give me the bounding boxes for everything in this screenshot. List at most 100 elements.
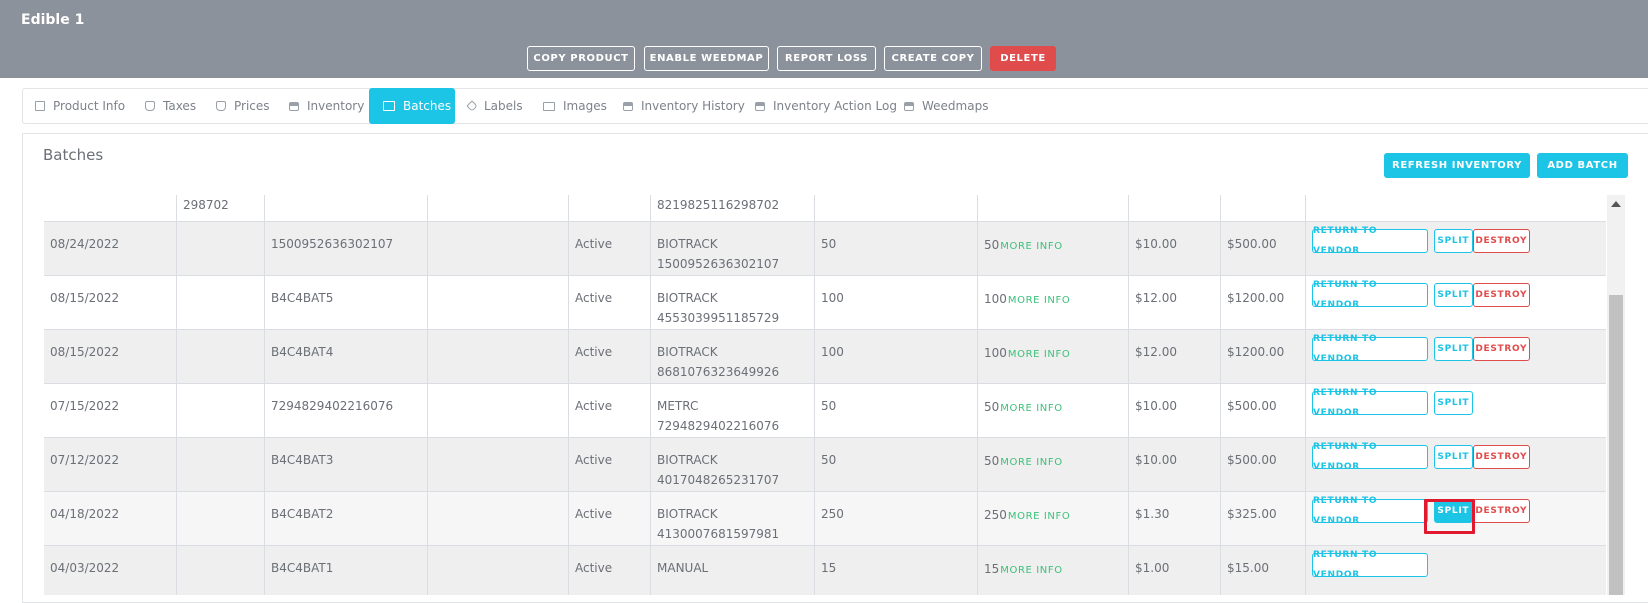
tab-inventory-history[interactable]: Inventory History (623, 89, 745, 123)
destroy-button[interactable]: DESTROY (1472, 229, 1530, 253)
return-to-vendor-button[interactable]: RETURN TO VENDOR (1312, 550, 1428, 580)
total-cell: $500.00 (1220, 438, 1305, 491)
tag-icon (466, 100, 478, 112)
destroy-button[interactable]: DESTROY (1472, 499, 1530, 523)
qty-cell: 50 (814, 384, 977, 437)
split-button[interactable]: SPLIT (1433, 445, 1473, 469)
date-cell: 08/24/2022 (50, 237, 120, 251)
return-to-vendor-button[interactable]: RETURN TO VENDOR (1312, 280, 1428, 310)
available-qty: 50 (984, 238, 1000, 252)
batches-table: 298702 8219825116298702 08/24/2022 15009… (44, 195, 1606, 595)
split-button[interactable]: SPLIT (1433, 229, 1473, 253)
report-loss-button[interactable]: REPORT LOSS (777, 46, 876, 71)
qty-cell: 15 (814, 546, 977, 595)
id-cell (176, 276, 264, 329)
table-row: 08/15/2022 B4C4BAT5 Active BIOTRACK 45530… (44, 276, 1606, 330)
status-cell: Active (568, 384, 650, 437)
copy-product-button[interactable]: COPY PRODUCT (527, 46, 635, 71)
split-highlight-box (1424, 499, 1475, 534)
tab-prices[interactable]: Prices (216, 89, 270, 123)
tab-label: Labels (484, 99, 523, 113)
cost-cell: $10.00 (1128, 384, 1220, 437)
tab-label: Inventory Action Log (773, 99, 897, 113)
return-to-vendor-button[interactable]: RETURN TO VENDOR (1312, 442, 1428, 472)
source-name: BIOTRACK (657, 507, 718, 521)
scroll-up-arrow-icon[interactable] (1611, 201, 1621, 207)
id-cell (176, 492, 264, 545)
return-to-vendor-button[interactable]: RETURN TO VENDOR (1312, 496, 1428, 526)
source-name: BIOTRACK (657, 345, 718, 359)
destroy-button[interactable]: DESTROY (1472, 445, 1530, 469)
available-cell: 100MORE INFO (977, 330, 1128, 383)
date-cell: 08/15/2022 (50, 291, 120, 305)
tab-taxes[interactable]: Taxes (145, 89, 196, 123)
return-to-vendor-button[interactable]: RETURN TO VENDOR (1312, 388, 1428, 418)
qty-cell: 100 (814, 330, 977, 383)
batch-cell: B4C4BAT3 (264, 438, 427, 491)
source-id: 4553039951185729 (657, 311, 780, 325)
more-info-link[interactable]: MORE INFO (1008, 295, 1070, 306)
date-cell: 04/03/2022 (50, 561, 120, 575)
source-name: BIOTRACK (657, 453, 718, 467)
tab-product-info[interactable]: Product Info (35, 89, 125, 123)
return-to-vendor-button[interactable]: RETURN TO VENDOR (1312, 226, 1428, 256)
store-icon (35, 101, 45, 111)
lock-icon (755, 101, 765, 111)
more-info-link[interactable]: MORE INFO (1000, 403, 1062, 414)
money-bag-icon (145, 101, 155, 111)
available-qty: 100 (984, 346, 1007, 360)
tab-weedmaps[interactable]: Weedmaps (904, 89, 988, 123)
table-row: 08/15/2022 B4C4BAT4 Active BIOTRACK 86810… (44, 330, 1606, 384)
product-title: Edible 1 (21, 12, 85, 28)
refresh-inventory-button[interactable]: REFRESH INVENTORY (1384, 153, 1530, 178)
id-cell (176, 330, 264, 383)
source-name: METRC (657, 399, 699, 413)
actions-cell: RETURN TO VENDOR (1305, 546, 1606, 595)
add-batch-button[interactable]: ADD BATCH (1537, 153, 1628, 178)
split-button[interactable]: SPLIT (1433, 337, 1473, 361)
delete-button[interactable]: DELETE (990, 46, 1056, 71)
more-info-link[interactable]: MORE INFO (1000, 241, 1062, 252)
product-header: Edible 1 COPY PRODUCT ENABLE WEEDMAP REP… (0, 0, 1648, 78)
more-info-link[interactable]: MORE INFO (1008, 349, 1070, 360)
destroy-button[interactable]: DESTROY (1472, 337, 1530, 361)
lock-icon (289, 101, 299, 111)
scrollbar-thumb[interactable] (1609, 295, 1623, 595)
lock-icon (904, 101, 914, 111)
total-cell (1220, 195, 1305, 221)
date-cell: 04/18/2022 (50, 507, 120, 521)
create-copy-button[interactable]: CREATE COPY (884, 46, 982, 71)
destroy-button[interactable]: DESTROY (1472, 283, 1530, 307)
tab-inventory-action-log[interactable]: Inventory Action Log (755, 89, 897, 123)
table-row: 07/12/2022 B4C4BAT3 Active BIOTRACK 40170… (44, 438, 1606, 492)
status-cell: Active (568, 546, 650, 595)
cost-cell: $10.00 (1128, 222, 1220, 275)
source-name: BIOTRACK (657, 291, 718, 305)
money-bag-icon (216, 101, 226, 111)
more-info-link[interactable]: MORE INFO (1000, 565, 1062, 576)
more-info-link[interactable]: MORE INFO (1008, 511, 1070, 522)
id-cell (176, 222, 264, 275)
return-to-vendor-button[interactable]: RETURN TO VENDOR (1312, 334, 1428, 364)
available-cell: 50MORE INFO (977, 438, 1128, 491)
status-cell: Active (568, 492, 650, 545)
qty-cell: 250 (814, 492, 977, 545)
tab-images[interactable]: Images (543, 89, 607, 123)
total-cell: $1200.00 (1220, 330, 1305, 383)
product-tabs: Product Info Taxes Prices Inventory Batc… (22, 88, 1648, 124)
split-button[interactable]: SPLIT (1433, 391, 1473, 415)
qty-cell: 50 (814, 438, 977, 491)
enable-weedmap-button[interactable]: ENABLE WEEDMAP (644, 46, 769, 71)
total-cell: $15.00 (1220, 546, 1305, 595)
tab-batches[interactable]: Batches (369, 88, 455, 124)
qty-cell (814, 195, 977, 221)
more-info-link[interactable]: MORE INFO (1000, 457, 1062, 468)
source-id-cell: 8219825116298702 (650, 195, 814, 221)
batch-cell: 7294829402216076 (264, 384, 427, 437)
id-cell: 298702 (176, 195, 264, 221)
cost-cell: $10.00 (1128, 438, 1220, 491)
tab-labels[interactable]: Labels (466, 89, 523, 123)
tab-inventory[interactable]: Inventory (289, 89, 364, 123)
available-cell: 100MORE INFO (977, 276, 1128, 329)
split-button[interactable]: SPLIT (1433, 283, 1473, 307)
